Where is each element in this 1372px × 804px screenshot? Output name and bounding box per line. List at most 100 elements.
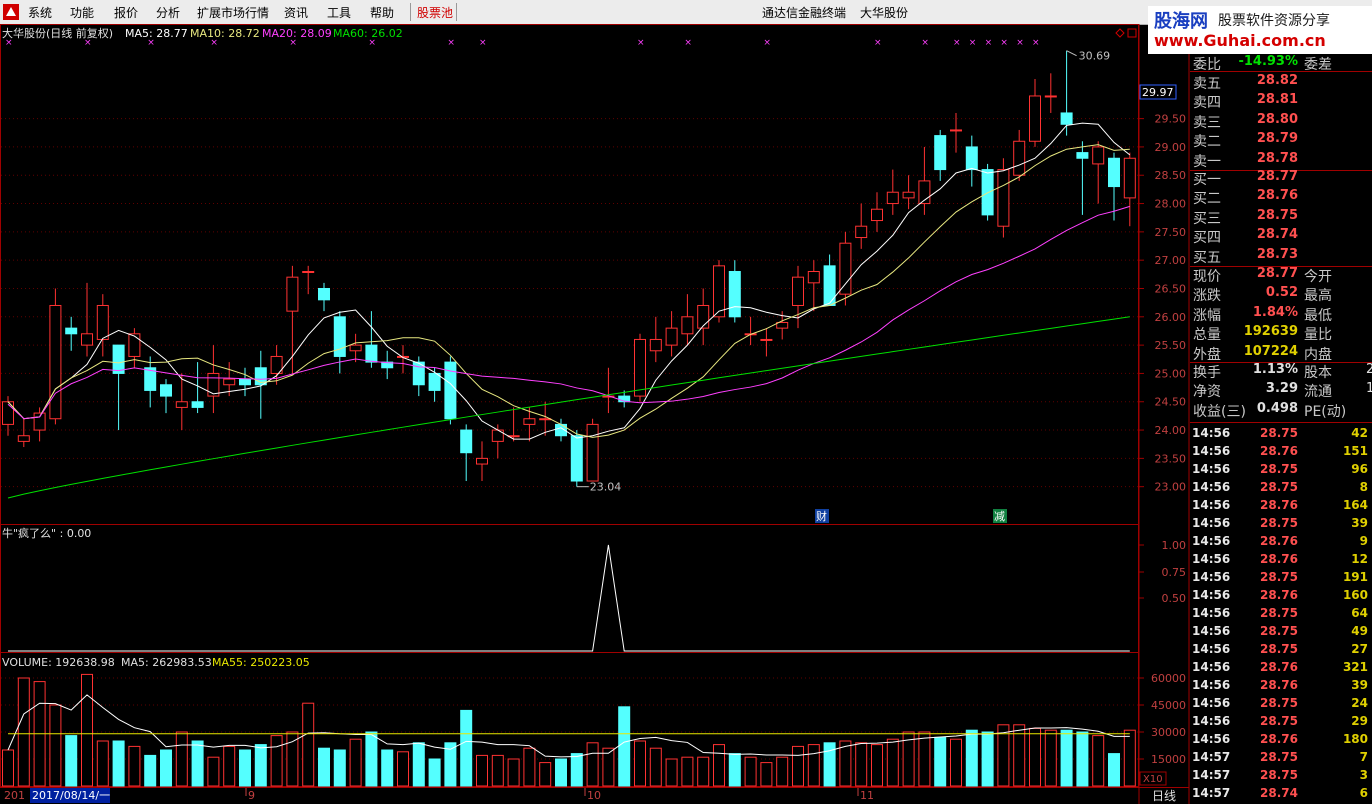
price-tick: 24.50 [1155,396,1187,409]
volume-bar [665,758,678,787]
diamond-icon[interactable] [1115,28,1125,38]
volume-bar [618,706,631,787]
tick-row[interactable]: 14:56 28.76 9 [1190,532,1372,550]
signal-marker: × [874,38,882,48]
tick-row[interactable]: 14:57 28.74 6 [1190,784,1372,802]
quote-row: 涨跌 0.52 最高 [1190,285,1372,304]
tick-row[interactable]: 14:56 28.75 39 [1190,514,1372,532]
candlestick-series [2,50,1136,487]
candle-body [950,129,962,132]
tick-row[interactable]: 14:56 28.75 27 [1190,640,1372,658]
volume-bar [570,753,583,787]
tick-row[interactable]: 14:57 28.75 3 [1190,766,1372,784]
menu-item-analysis[interactable]: 分析 [156,4,180,21]
tick-volume: 180 [1342,732,1368,746]
volume-bar [634,740,646,787]
tick-row[interactable]: 14:56 28.75 42 [1190,424,1372,442]
tick-row[interactable]: 14:56 28.75 24 [1190,694,1372,712]
menu-item-help[interactable]: 帮助 [370,4,394,21]
row-value: 0.498 [1256,400,1298,416]
selected-date-label[interactable]: 2017/08/14/一 [32,789,110,802]
tick-time: 14:56 [1192,444,1231,458]
volume-bar [1092,735,1105,787]
signal-marker: × [953,38,961,48]
row-label: 买五 [1193,249,1221,266]
low-price-label: 23.04 [590,481,622,494]
volume-bar [81,673,93,787]
period-label[interactable]: 日线 [1152,789,1176,803]
menu-item-stock-pool[interactable]: 股票池 [417,4,453,21]
buy-row: 买二 28.76 [1190,188,1372,207]
tick-row[interactable]: 14:56 28.76 151 [1190,442,1372,460]
tick-row[interactable]: 14:56 28.75 191 [1190,568,1372,586]
menu-item-function[interactable]: 功能 [70,4,94,21]
watermark-brand: 股海网 [1154,11,1208,32]
tick-time: 14:56 [1192,606,1231,620]
menu-item-news[interactable]: 资讯 [284,4,308,21]
volume-bar [223,745,236,787]
financial-report-label[interactable]: 财 [816,509,827,523]
candle-body [1013,140,1026,176]
stock-title: 大华股份 [860,6,909,20]
volume-bar [950,738,962,787]
price-tick: 23.50 [1155,452,1187,465]
month-label: 11 [860,789,874,802]
weibi-value: -14.93% [1238,54,1298,69]
price-tick: 29.50 [1155,113,1187,126]
stat-row: 净资 3.29 流通 1 [1190,381,1372,400]
signal-marker: × [368,38,376,48]
signal-marker: × [1032,38,1040,48]
candle-body [886,191,899,205]
tick-row[interactable]: 14:56 28.76 39 [1190,676,1372,694]
signal-marker: × [1016,38,1024,48]
menu-item-quote[interactable]: 报价 [114,4,138,21]
tick-row[interactable]: 14:56 28.75 8 [1190,478,1372,496]
volume-unit-label: X10 [1143,774,1163,785]
ma20-line [7,205,1130,420]
row-label: 卖五 [1193,76,1221,92]
buy-row: 买四 28.74 [1190,227,1372,246]
signal-marker: × [147,38,155,48]
tick-volume: 49 [1351,624,1368,638]
tick-volume: 8 [1359,480,1368,494]
tick-row[interactable]: 14:56 28.76 160 [1190,586,1372,604]
tick-row[interactable]: 14:56 28.76 180 [1190,730,1372,748]
quote-row: 涨幅 1.84% 最低 [1190,305,1372,324]
menu-item-extended-market[interactable]: 扩展市场行情 [197,4,269,21]
price-tick: 27.00 [1155,254,1187,267]
share-reduction-label[interactable]: 减 [994,510,1005,523]
tick-price: 28.76 [1260,534,1298,548]
candle-body [160,384,172,397]
tick-row[interactable]: 14:56 28.75 64 [1190,604,1372,622]
quote-row: 总量 192639 量比 [1190,324,1372,343]
candle-body [839,242,852,295]
tick-volume: 6 [1359,786,1368,800]
volume-bar [1060,729,1073,787]
candle-body [681,316,694,335]
tick-row[interactable]: 14:56 28.76 12 [1190,550,1372,568]
tick-row[interactable]: 14:56 28.76 321 [1190,658,1372,676]
volume-bar [1076,731,1089,787]
tick-row[interactable]: 14:56 28.75 96 [1190,460,1372,478]
tick-row[interactable]: 14:57 28.75 7 [1190,748,1372,766]
chart-area[interactable]: 大华股份(日线 前复权) MA5: 28.77 MA10: 28.72 MA20… [0,24,1190,804]
tick-time: 14:56 [1192,642,1231,656]
signal-marker: × [763,38,771,48]
volume-bar [318,747,330,787]
signal-marker: × [289,38,297,48]
volume-bar [776,756,789,787]
menu-item-tools[interactable]: 工具 [327,4,351,21]
row-label: 总量 [1193,327,1221,344]
tick-volume: 164 [1342,498,1368,512]
tick-time: 14:57 [1192,750,1231,764]
menu-item-system[interactable]: 系统 [28,4,52,21]
tick-row[interactable]: 14:56 28.75 29 [1190,712,1372,730]
volume-bars [2,673,1136,787]
volume-bar [96,740,109,787]
window-restore-icon[interactable] [1127,28,1137,38]
tick-row[interactable]: 14:56 28.75 49 [1190,622,1372,640]
indicator-tick: 0.50 [1162,592,1187,605]
candle-body [523,418,536,425]
tick-row[interactable]: 14:56 28.76 164 [1190,496,1372,514]
row-value: 192639 [1243,324,1298,340]
